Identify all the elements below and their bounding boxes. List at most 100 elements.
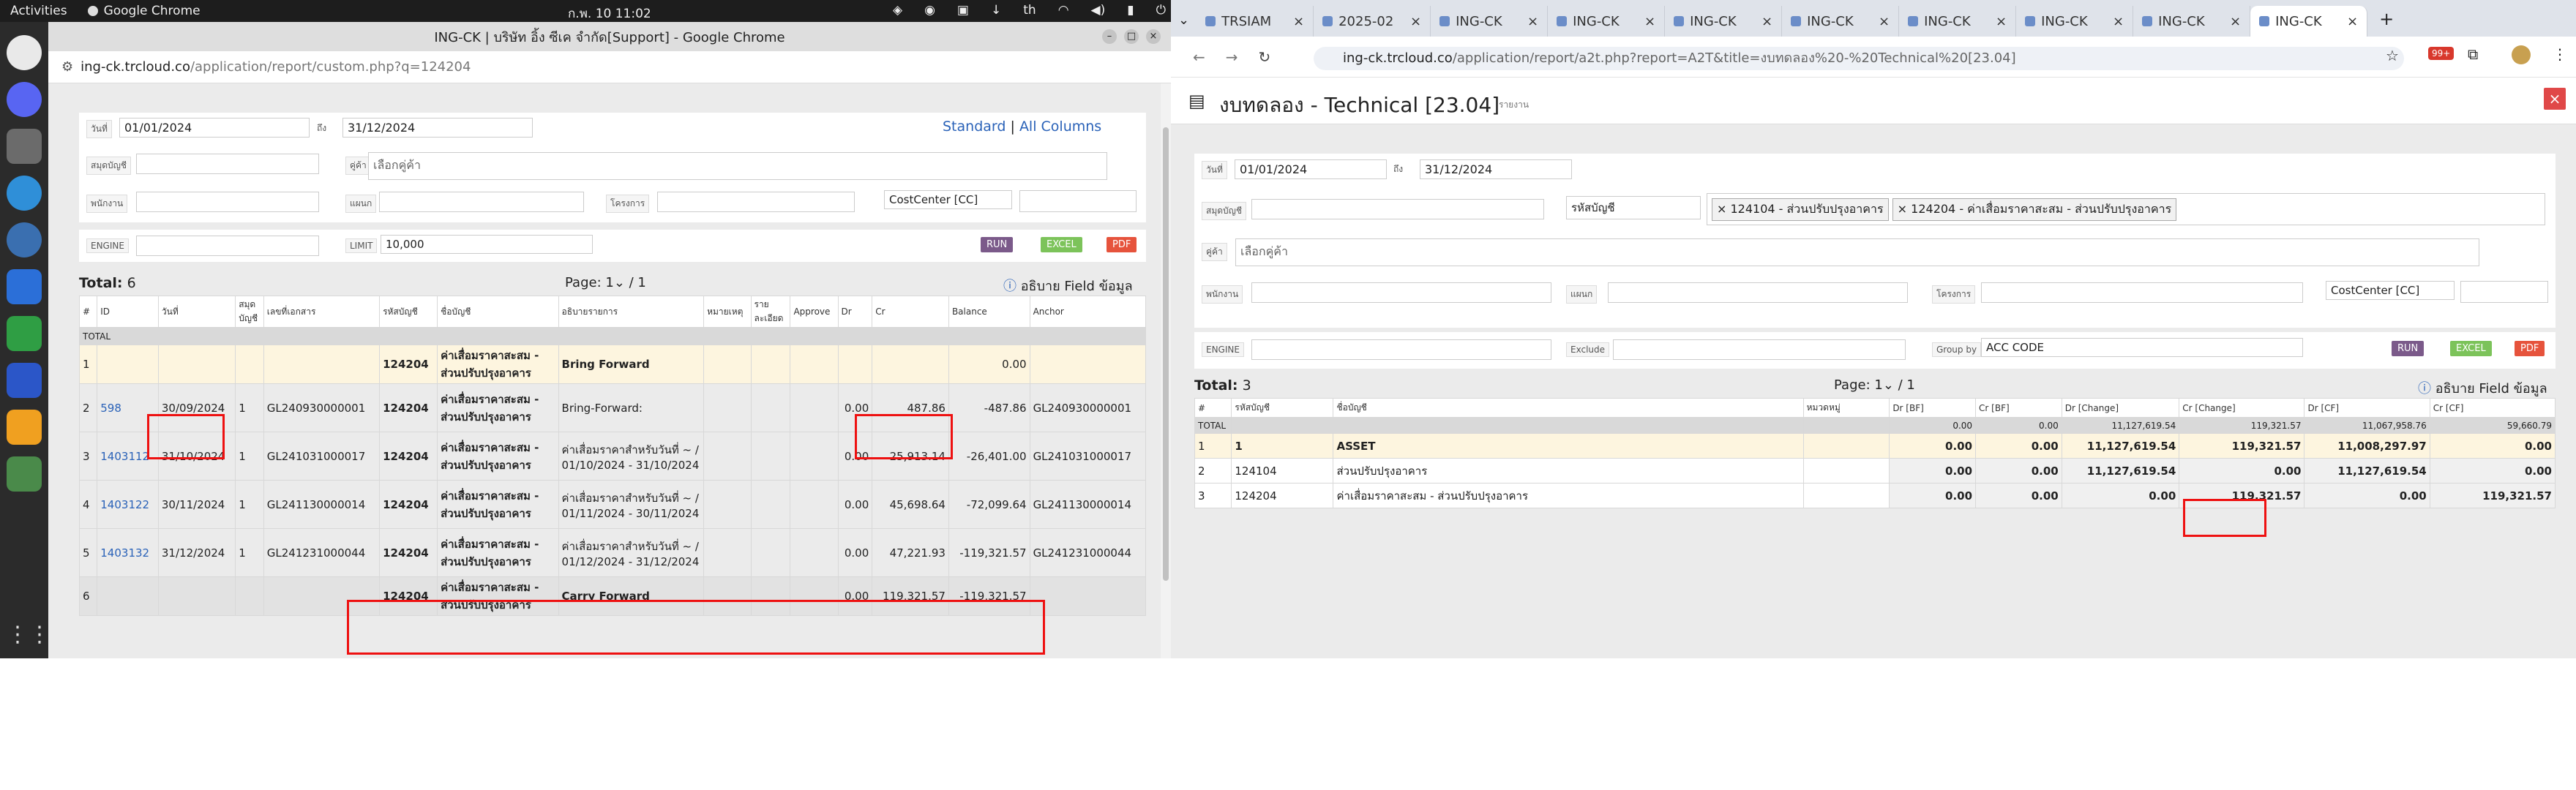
column-header[interactable]: Balance bbox=[948, 296, 1030, 328]
close-tab-icon[interactable]: × bbox=[2347, 14, 2358, 29]
column-header[interactable]: # bbox=[78, 296, 98, 328]
discord-icon[interactable] bbox=[7, 82, 42, 117]
engine-input[interactable] bbox=[136, 236, 319, 256]
date-from-input[interactable]: 01/01/2024 bbox=[1235, 159, 1387, 179]
doc-id-link[interactable]: 598 bbox=[97, 383, 159, 432]
column-header[interactable]: Cr bbox=[872, 296, 949, 328]
browser-tab[interactable]: ING-CK × bbox=[1782, 6, 1900, 37]
network-icon[interactable]: ◈ bbox=[893, 3, 902, 18]
column-header[interactable]: เลขที่เอกสาร bbox=[263, 296, 381, 328]
forward-icon[interactable]: → bbox=[1226, 48, 1238, 66]
close-tab-icon[interactable]: × bbox=[1644, 14, 1655, 29]
date-to-input[interactable]: 31/12/2024 bbox=[342, 118, 533, 138]
column-header[interactable]: Approve bbox=[790, 296, 839, 328]
doc-id-link[interactable]: 1403122 bbox=[97, 480, 159, 529]
doc-id-link[interactable]: 1403132 bbox=[97, 528, 159, 577]
column-header[interactable]: Dr bbox=[837, 296, 873, 328]
minimize-icon[interactable]: – bbox=[1102, 29, 1117, 44]
run-button[interactable]: RUN bbox=[981, 237, 1014, 252]
browser-tab[interactable]: ING-CK × bbox=[1431, 6, 1549, 37]
close-tab-icon[interactable]: × bbox=[1410, 14, 1421, 29]
table-row[interactable]: 1 124204 ค่าเสื่อมราคาสะสม - ส่วนปรับปรุงอ… bbox=[78, 345, 1147, 384]
column-header[interactable]: สมุดบัญชี bbox=[235, 296, 264, 328]
files-icon[interactable] bbox=[7, 129, 42, 164]
staff-input[interactable] bbox=[136, 192, 319, 212]
pdf-button[interactable]: PDF bbox=[2515, 341, 2545, 356]
activities-button[interactable]: Activities bbox=[10, 4, 67, 18]
reload-icon[interactable]: ↻ bbox=[1259, 48, 1271, 66]
exclude-input[interactable] bbox=[1613, 339, 1906, 360]
book-input[interactable] bbox=[136, 154, 319, 174]
close-tab-icon[interactable]: × bbox=[1293, 14, 1304, 29]
costcenter-select[interactable]: CostCenter [CC] bbox=[884, 190, 1012, 209]
costcenter-input[interactable] bbox=[1019, 190, 1137, 212]
standard-link[interactable]: Standard bbox=[943, 118, 1006, 135]
site-info-icon[interactable]: ⚙ bbox=[61, 59, 73, 75]
column-header[interactable]: ID bbox=[97, 296, 159, 328]
column-header[interactable]: Dr [Change] bbox=[2061, 398, 2180, 418]
wifi-icon[interactable]: ◠ bbox=[1058, 3, 1069, 18]
close-tab-icon[interactable]: × bbox=[1527, 14, 1538, 29]
browser-tab[interactable]: ING-CK × bbox=[2016, 6, 2134, 37]
extensions-icon[interactable]: ⧉ bbox=[2468, 45, 2478, 63]
pdf-button[interactable]: PDF bbox=[1107, 237, 1137, 252]
browser-tab[interactable]: TRSIAM × bbox=[1197, 6, 1314, 37]
column-header[interactable]: อธิบายรายการ bbox=[558, 296, 705, 328]
table-row[interactable]: 6 124204 ค่าเสื่อมราคาสะสม - ส่วนปรับปรุงอ… bbox=[78, 576, 1147, 616]
column-header[interactable]: Cr [BF] bbox=[1975, 398, 2062, 418]
url-field[interactable]: ing-ck.trcloud.co/application/report/a2t… bbox=[1314, 47, 2404, 70]
table-row[interactable]: 4 1403122 30/11/2024 1 GL241130000014 124204 ค… bbox=[78, 480, 1147, 529]
partner-select[interactable]: เลือกคู่ค้า bbox=[368, 152, 1107, 180]
column-header[interactable]: Cr [Change] bbox=[2179, 398, 2305, 418]
column-header[interactable]: Dr [BF] bbox=[1889, 398, 1977, 418]
column-header[interactable]: Dr [CF] bbox=[2304, 398, 2430, 418]
gamepad-icon[interactable]: ◉ bbox=[924, 3, 935, 18]
cast-icon[interactable]: ▣ bbox=[957, 3, 969, 18]
close-icon[interactable]: × bbox=[1146, 29, 1161, 44]
extension-badge[interactable]: 99+ bbox=[2428, 47, 2455, 60]
column-header[interactable]: รหัสบัญชี bbox=[379, 296, 438, 328]
staff-input[interactable] bbox=[1251, 282, 1551, 303]
browser-tab[interactable]: ING-CK × bbox=[2133, 6, 2251, 37]
browser-tab[interactable]: ING-CK × bbox=[1899, 6, 2017, 37]
costcenter-input[interactable] bbox=[2460, 281, 2548, 303]
browser-tab[interactable]: 2025-02 × bbox=[1314, 6, 1431, 37]
column-header[interactable]: หมายเหตุ bbox=[703, 296, 752, 328]
excel-button[interactable]: EXCEL bbox=[1041, 237, 1082, 252]
table-row[interactable]: 2 598 30/09/2024 1 GL240930000001 124204 ค่าเส… bbox=[78, 383, 1147, 432]
calc-icon[interactable] bbox=[7, 316, 42, 351]
close-tab-icon[interactable]: × bbox=[2113, 14, 2124, 29]
doc-id-link[interactable]: 1403112 bbox=[97, 432, 159, 481]
account-tag[interactable]: × 124104 - ส่วนปรับปรุงอาคาร bbox=[1712, 198, 1889, 221]
table-row[interactable]: 5 1403132 31/12/2024 1 GL241231000044 124204 ค… bbox=[78, 528, 1147, 577]
run-button[interactable]: RUN bbox=[2392, 341, 2425, 356]
table-row[interactable]: 3 1403112 31/10/2024 1 GL241031000017 124204 ค… bbox=[78, 432, 1147, 481]
power-icon[interactable]: ⏻ bbox=[1156, 3, 1166, 18]
pagination[interactable]: Page: 1⌄ / 1 bbox=[565, 275, 646, 290]
column-header[interactable]: Cr [CF] bbox=[2429, 398, 2556, 418]
volume-icon[interactable]: ◀) bbox=[1091, 3, 1106, 18]
thunderbird-icon[interactable] bbox=[7, 222, 42, 257]
close-tab-icon[interactable]: × bbox=[1996, 14, 2007, 29]
column-header[interactable]: วันที่ bbox=[157, 296, 236, 328]
limit-select[interactable]: 10,000 bbox=[381, 235, 593, 254]
update-icon[interactable]: ↓ bbox=[991, 3, 1001, 18]
account-tags[interactable]: × 124104 - ส่วนปรับปรุงอาคาร × 124204 - … bbox=[1707, 193, 2545, 225]
account-tag[interactable]: × 124204 - ค่าเสื่อมราคาสะสม - ส่วนปรับป… bbox=[1892, 198, 2177, 221]
close-tab-icon[interactable]: × bbox=[1761, 14, 1772, 29]
profile-avatar[interactable] bbox=[2512, 45, 2531, 64]
engine-input[interactable] bbox=[1251, 339, 1551, 360]
text-editor-icon[interactable] bbox=[7, 363, 42, 398]
tab-list-icon[interactable]: ⌄ bbox=[1178, 12, 1189, 28]
new-tab-button[interactable]: + bbox=[2379, 9, 2394, 29]
close-report-button[interactable]: × bbox=[2544, 88, 2566, 110]
column-header[interactable]: ราย ละเอียด bbox=[750, 296, 791, 328]
back-icon[interactable]: ← bbox=[1193, 48, 1205, 66]
excel-button[interactable]: EXCEL bbox=[2450, 341, 2492, 356]
dept-input[interactable] bbox=[379, 192, 584, 212]
maximize-icon[interactable]: □ bbox=[1124, 29, 1139, 44]
battery-icon[interactable]: ▮ bbox=[1127, 3, 1134, 18]
browser-tab[interactable]: ING-CK × bbox=[1665, 6, 1783, 37]
book-input[interactable] bbox=[1251, 199, 1544, 219]
column-header[interactable]: ชื่อบัญชี bbox=[1333, 398, 1804, 418]
